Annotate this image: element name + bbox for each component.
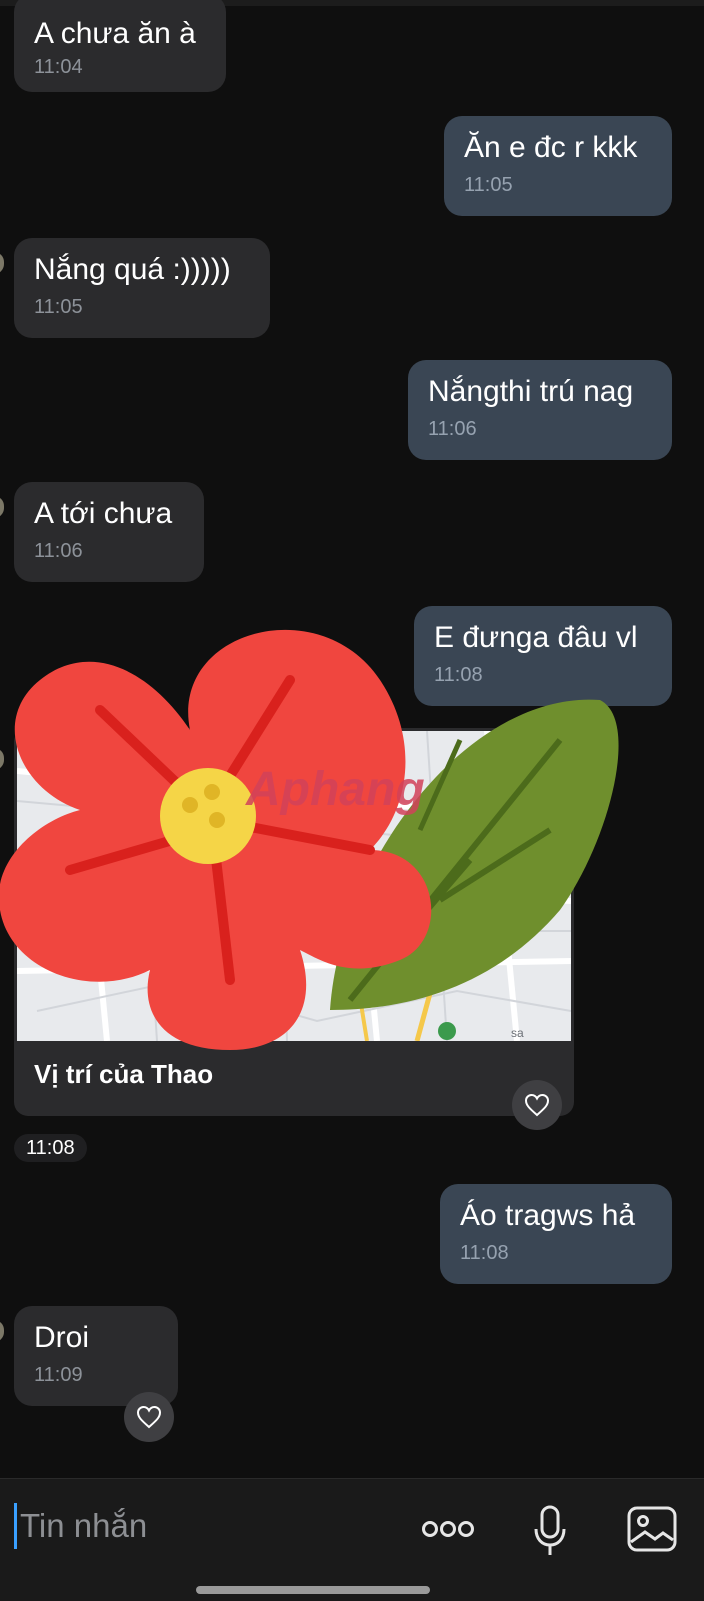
message-time: 11:05 <box>34 296 83 318</box>
message-bubble-outgoing[interactable]: Áo tragws hả 11:08 <box>440 1184 672 1284</box>
watermark-text: Aphang <box>245 763 425 816</box>
heart-icon <box>524 1093 550 1117</box>
message-text: A tới chưa <box>34 497 173 530</box>
message-bubble-incoming[interactable]: Droi 11:09 <box>14 1306 178 1406</box>
image-icon <box>627 1506 677 1552</box>
message-time: 11:08 <box>460 1242 509 1264</box>
react-heart-button[interactable] <box>512 1080 562 1130</box>
message-text: A chưa ăn à <box>34 17 196 50</box>
sender-avatar[interactable] <box>0 1320 4 1342</box>
message-bubble-outgoing[interactable]: Nắngthi trú nag 11:06 <box>408 360 672 460</box>
voice-button[interactable] <box>526 1499 574 1563</box>
message-bubble-incoming[interactable]: A tới chưa 11:06 <box>14 482 204 582</box>
message-text: Nắng quá :))))) <box>34 253 231 286</box>
flower-center <box>160 768 256 864</box>
sender-avatar[interactable] <box>0 496 4 518</box>
message-input[interactable]: Tin nhắn <box>20 1507 147 1545</box>
message-text: Droi <box>34 1321 90 1354</box>
message-text: Ăn e đc r kkk <box>464 131 638 164</box>
more-dots-icon <box>422 1521 474 1537</box>
message-time: 11:06 <box>428 418 477 440</box>
message-composer: Tin nhắn <box>0 1478 704 1601</box>
message-time: 11:05 <box>464 174 513 196</box>
heart-icon <box>136 1405 162 1429</box>
text-caret <box>14 1503 17 1549</box>
sender-avatar[interactable] <box>0 252 4 274</box>
home-indicator[interactable] <box>196 1586 430 1594</box>
message-bubble-outgoing[interactable]: Ăn e đc r kkk 11:05 <box>444 116 672 216</box>
react-heart-button[interactable] <box>124 1392 174 1442</box>
location-time: 11:08 <box>14 1134 87 1162</box>
microphone-icon <box>534 1505 566 1555</box>
message-text: Nắngthi trú nag <box>428 375 634 408</box>
message-time: 11:09 <box>34 1364 83 1386</box>
message-time: 11:06 <box>34 540 83 562</box>
message-time: 11:04 <box>34 56 83 78</box>
message-bubble-incoming[interactable]: A chưa ăn à 11:04 <box>14 0 226 92</box>
flower-sticker: Aphang <box>0 629 619 1050</box>
more-button[interactable] <box>418 1507 478 1551</box>
message-text: Áo tragws hả <box>460 1199 636 1232</box>
image-button[interactable] <box>624 1501 680 1557</box>
message-bubble-incoming[interactable]: Nắng quá :))))) 11:05 <box>14 238 270 338</box>
